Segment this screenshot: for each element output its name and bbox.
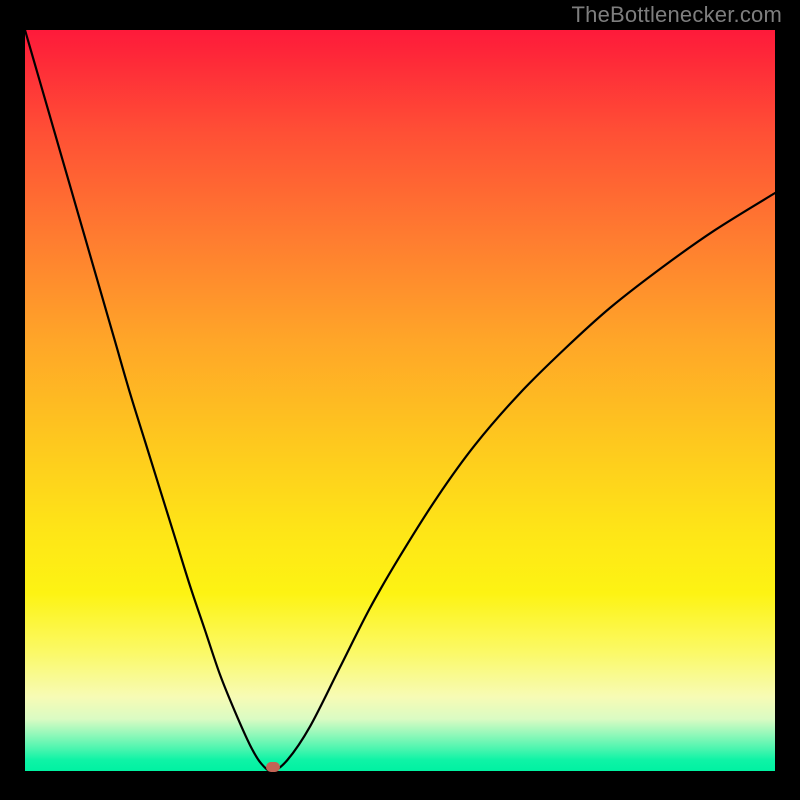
bottleneck-curve: [25, 30, 775, 771]
chart-frame: TheBottlenecker.com: [0, 0, 800, 800]
optimal-point-marker: [266, 762, 280, 772]
attribution-text: TheBottlenecker.com: [572, 2, 782, 28]
plot-area: [25, 30, 775, 771]
